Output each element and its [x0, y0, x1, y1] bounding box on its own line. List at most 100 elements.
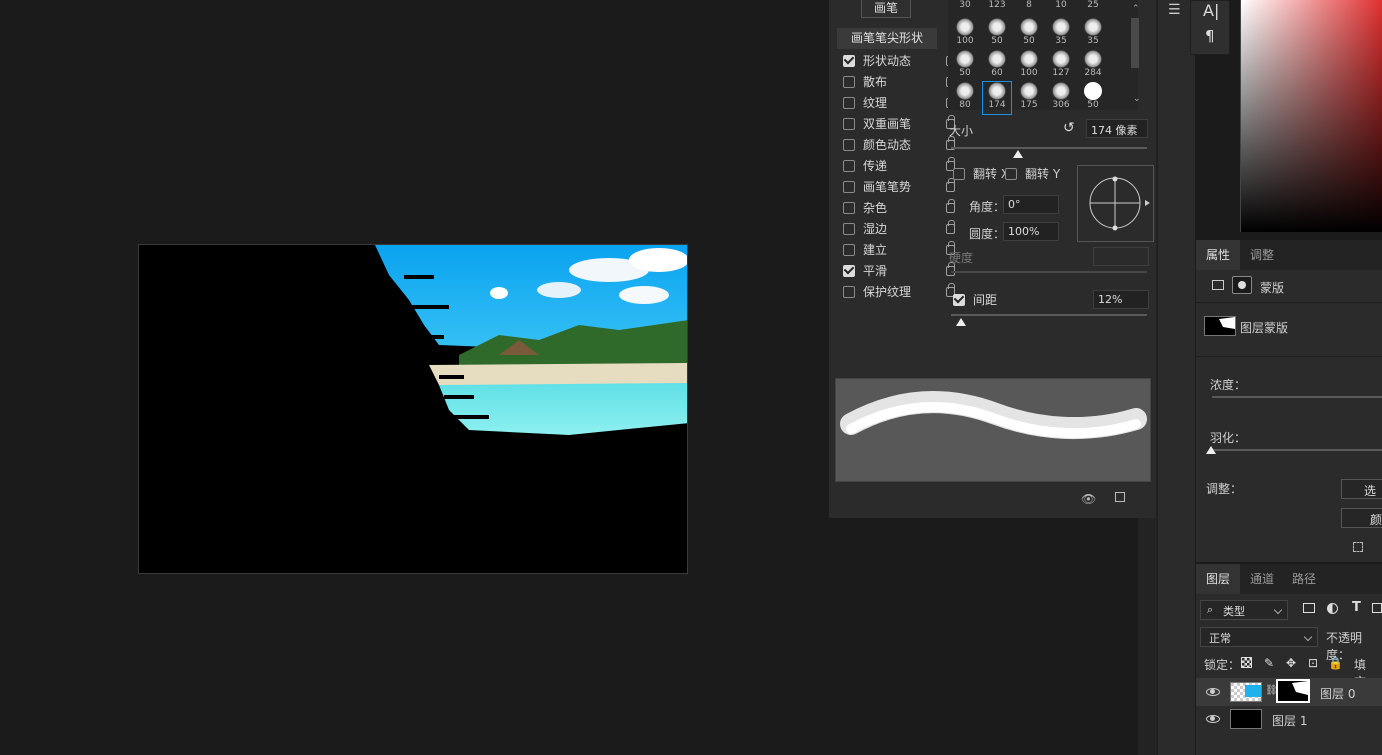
brush-preset[interactable]: 100 — [951, 18, 979, 50]
brush-preset[interactable]: 175 — [1015, 82, 1043, 114]
layer-1-visibility-eye-icon[interactable] — [1206, 715, 1220, 723]
brush-preset[interactable]: 50 — [983, 18, 1011, 50]
brush-tip-icon — [956, 82, 974, 100]
brush-option-row[interactable]: 杂色 — [837, 197, 959, 218]
spacing-slider[interactable] — [951, 314, 1147, 316]
brush-option-checkbox[interactable] — [843, 96, 855, 109]
blend-mode-select[interactable]: 正常 — [1200, 627, 1318, 647]
brush-option-checkbox[interactable] — [843, 117, 855, 130]
color-picker-field[interactable] — [1240, 0, 1382, 232]
layer-0-visibility-eye-icon[interactable] — [1206, 688, 1220, 696]
brush-option-checkbox[interactable] — [843, 285, 855, 298]
tab-layers[interactable]: 图层 — [1196, 564, 1241, 594]
brush-stroke-preview — [835, 378, 1151, 482]
brush-option-row[interactable]: 画笔笔势 — [837, 176, 959, 197]
brush-option-row[interactable]: 平滑 — [837, 260, 959, 281]
new-brush-icon[interactable] — [1115, 492, 1125, 502]
brush-preset[interactable]: 100 — [1015, 50, 1043, 82]
brush-preset[interactable]: 80 — [951, 82, 979, 114]
lock-icon[interactable] — [946, 198, 955, 213]
brush-option-row[interactable]: 湿边 — [837, 218, 959, 239]
color-range-button[interactable]: 颜 — [1341, 508, 1382, 528]
adjustment-sliders-icon[interactable]: ☰ — [1168, 2, 1181, 18]
brush-preset[interactable]: 284 — [1079, 50, 1107, 82]
size-field[interactable]: 174 像素 — [1086, 119, 1148, 138]
size-slider[interactable] — [951, 147, 1147, 149]
angle-roundness-widget[interactable] — [1077, 165, 1154, 242]
brush-preset[interactable]: 50 — [1015, 18, 1043, 50]
brush-option-row[interactable]: 双重画笔 — [837, 113, 959, 134]
brush-option-checkbox[interactable] — [843, 222, 855, 235]
reset-size-icon[interactable]: ↺ — [1063, 120, 1075, 136]
brush-option-row[interactable]: 建立 — [837, 239, 959, 260]
brush-preset[interactable]: 50 — [1079, 82, 1107, 114]
brush-option-checkbox[interactable] — [843, 180, 855, 193]
brush-preset[interactable]: 174 — [982, 81, 1012, 115]
brush-option-row[interactable]: 纹理 — [837, 92, 959, 113]
brush-option-row[interactable]: 保护纹理 — [837, 281, 959, 302]
brush-option-checkbox[interactable] — [843, 75, 855, 88]
brush-preset[interactable]: 60 — [983, 50, 1011, 82]
layer-filter-kind[interactable]: 类型 — [1200, 600, 1288, 620]
flip-x-checkbox[interactable] — [953, 167, 965, 180]
lock-position-icon[interactable]: ✥ — [1284, 656, 1298, 670]
toggle-preview-icon[interactable]: 👁 — [1081, 492, 1096, 506]
brush-tip-shape-item[interactable]: 画笔笔尖形状 — [837, 28, 937, 49]
brush-option-checkbox[interactable] — [843, 159, 855, 172]
brush-option-row[interactable]: 传递 — [837, 155, 959, 176]
flip-y-checkbox[interactable] — [1005, 167, 1017, 180]
spacing-checkbox[interactable] — [953, 293, 965, 306]
roundness-field[interactable]: 100% — [1003, 222, 1059, 241]
layer-0-mask-thumbnail[interactable] — [1276, 679, 1310, 703]
lock-icon[interactable] — [946, 219, 955, 234]
lock-artboard-icon[interactable]: ⊡ — [1306, 656, 1320, 670]
lock-all-icon[interactable]: 🔒 — [1328, 656, 1343, 670]
brush-option-checkbox[interactable] — [843, 243, 855, 256]
lock-transparency-icon[interactable] — [1241, 657, 1252, 668]
brush-option-checkbox[interactable] — [843, 201, 855, 214]
scroll-down-icon[interactable]: ⌄ — [1133, 94, 1141, 104]
brush-preset[interactable]: 306 — [1047, 82, 1075, 114]
tab-properties[interactable]: 属性 — [1196, 240, 1241, 270]
filter-type-icon[interactable]: T — [1352, 600, 1361, 615]
brush-preset[interactable]: 50 — [951, 50, 979, 82]
brush-preset[interactable]: 127 — [1047, 50, 1075, 82]
brush-option-row[interactable]: 形状动态 — [837, 50, 959, 71]
paragraph-icon[interactable]: ¶ — [1205, 27, 1215, 45]
spacing-field[interactable]: 12% — [1093, 290, 1149, 309]
density-slider[interactable] — [1212, 396, 1382, 398]
feather-slider[interactable] — [1212, 449, 1382, 451]
tab-adjustments[interactable]: 调整 — [1240, 240, 1284, 270]
flip-y-option[interactable]: 翻转 Y — [999, 165, 1060, 182]
document-canvas[interactable] — [138, 244, 688, 574]
brush-option-row[interactable]: 散布 — [837, 71, 959, 92]
tab-channels[interactable]: 通道 — [1240, 564, 1284, 594]
pixel-mask-icon[interactable] — [1212, 280, 1224, 290]
spacing-slider-thumb[interactable] — [955, 318, 966, 326]
angle-field[interactable]: 0° — [1003, 195, 1059, 214]
brush-preset[interactable]: 35 — [1079, 18, 1107, 50]
feather-slider-thumb[interactable] — [1206, 446, 1216, 454]
lock-pixels-icon[interactable]: ✎ — [1262, 656, 1276, 670]
character-icon[interactable]: A| — [1203, 1, 1219, 20]
brushes-button[interactable]: 画笔 — [861, 0, 911, 18]
brush-preset[interactable]: 35 — [1047, 18, 1075, 50]
lock-icon[interactable] — [946, 177, 955, 192]
spacing-option[interactable]: 间距 — [947, 291, 997, 308]
scroll-up-icon[interactable]: ⌃ — [1132, 4, 1140, 14]
tab-paths[interactable]: 路径 — [1282, 564, 1326, 594]
load-selection-icon[interactable] — [1353, 542, 1363, 552]
brush-option-row[interactable]: 颜色动态 — [837, 134, 959, 155]
presets-scrollbar[interactable] — [1131, 18, 1139, 68]
brush-option-checkbox[interactable] — [843, 138, 855, 151]
size-slider-thumb[interactable] — [1012, 150, 1023, 158]
flip-y-label: 翻转 Y — [1025, 167, 1061, 181]
brush-option-checkbox[interactable] — [843, 54, 855, 67]
filter-shape-icon[interactable] — [1372, 603, 1382, 613]
filter-pixel-icon[interactable] — [1303, 603, 1315, 613]
brush-preset-size: 100 — [956, 36, 974, 46]
brush-option-checkbox[interactable] — [843, 264, 855, 277]
vector-mask-icon[interactable] — [1232, 276, 1252, 294]
filter-adjustment-icon[interactable] — [1327, 603, 1338, 614]
select-and-mask-button[interactable]: 选 — [1341, 479, 1382, 499]
